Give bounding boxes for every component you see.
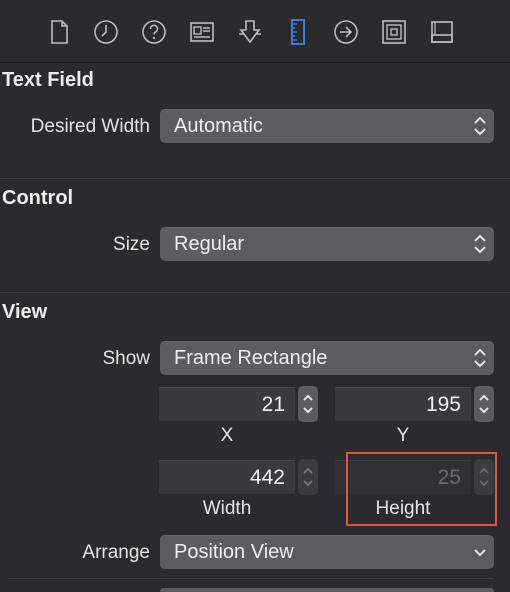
section-divider	[8, 578, 494, 579]
desired-width-label: Desired Width	[30, 116, 150, 137]
inspector-tab-bar	[0, 0, 510, 63]
quick-help-icon[interactable]	[137, 15, 171, 49]
size-label: Size	[113, 234, 150, 255]
up-down-chevron-icon	[466, 341, 494, 375]
chevron-down-icon	[466, 535, 494, 569]
bindings-inspector-icon[interactable]	[377, 15, 411, 49]
x-field[interactable]: 21	[159, 387, 295, 421]
connections-inspector-icon[interactable]	[329, 15, 363, 49]
desired-width-value: Automatic	[174, 114, 263, 137]
x-caption: X	[220, 425, 234, 446]
show-popup[interactable]: Frame Rectangle	[160, 341, 494, 375]
next-popup-partial[interactable]	[160, 588, 494, 592]
y-caption: Y	[396, 425, 410, 446]
y-stepper[interactable]	[474, 386, 494, 422]
control-section-title: Control	[2, 187, 74, 209]
x-stepper[interactable]	[298, 386, 318, 422]
width-caption: Width	[202, 498, 252, 519]
arrange-popup[interactable]: Position View	[160, 535, 494, 569]
height-highlight-box	[346, 452, 497, 526]
section-divider	[0, 292, 510, 293]
view-effects-inspector-icon[interactable]	[425, 15, 459, 49]
history-inspector-icon[interactable]	[89, 15, 123, 49]
size-popup[interactable]: Regular	[160, 227, 494, 261]
arrange-value: Position View	[174, 540, 294, 563]
identity-inspector-icon[interactable]	[185, 15, 219, 49]
arrange-label: Arrange	[82, 542, 150, 563]
file-inspector-icon[interactable]	[42, 15, 76, 49]
section-divider	[0, 178, 510, 179]
text-field-section-title: Text Field	[2, 69, 94, 91]
attributes-inspector-icon[interactable]	[233, 15, 267, 49]
show-label: Show	[102, 348, 150, 369]
width-stepper[interactable]	[298, 459, 318, 495]
show-value: Frame Rectangle	[174, 346, 328, 369]
up-down-chevron-icon	[466, 109, 494, 143]
y-field[interactable]: 195	[335, 387, 471, 421]
width-field[interactable]: 442	[159, 460, 295, 494]
desired-width-popup[interactable]: Automatic	[160, 109, 494, 143]
size-value: Regular	[174, 232, 245, 255]
view-section-title: View	[2, 301, 48, 323]
up-down-chevron-icon	[466, 227, 494, 261]
size-inspector-icon[interactable]	[281, 15, 315, 49]
